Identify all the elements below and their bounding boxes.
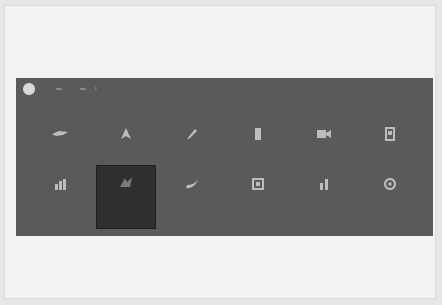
tile-11[interactable] bbox=[295, 168, 353, 230]
app-logo-icon[interactable] bbox=[23, 83, 35, 95]
tile-icon-3 bbox=[183, 126, 201, 142]
tile-9[interactable] bbox=[163, 168, 221, 230]
dot-icon bbox=[56, 88, 62, 90]
top-bar: › bbox=[16, 78, 433, 100]
tile-8[interactable] bbox=[96, 165, 156, 229]
tile-icon-7 bbox=[51, 176, 69, 192]
tile-icon-5 bbox=[315, 126, 333, 142]
launcher-panel: › bbox=[16, 78, 433, 236]
dot-icon bbox=[80, 88, 86, 90]
tile-12[interactable] bbox=[361, 168, 419, 230]
tile-icon-4 bbox=[249, 126, 267, 142]
tile-icon-12 bbox=[381, 176, 399, 192]
chevron-right-icon[interactable]: › bbox=[94, 84, 97, 94]
tile-icon-10 bbox=[249, 176, 267, 192]
tile-7[interactable] bbox=[31, 168, 89, 230]
tile-icon-11 bbox=[315, 176, 333, 192]
tile-10[interactable] bbox=[229, 168, 287, 230]
tile-icon-9 bbox=[183, 176, 201, 192]
tile-icon-1 bbox=[51, 126, 69, 142]
tile-icon-6 bbox=[381, 126, 399, 142]
tile-icon-8 bbox=[117, 174, 135, 190]
tile-icon-2 bbox=[117, 126, 135, 142]
